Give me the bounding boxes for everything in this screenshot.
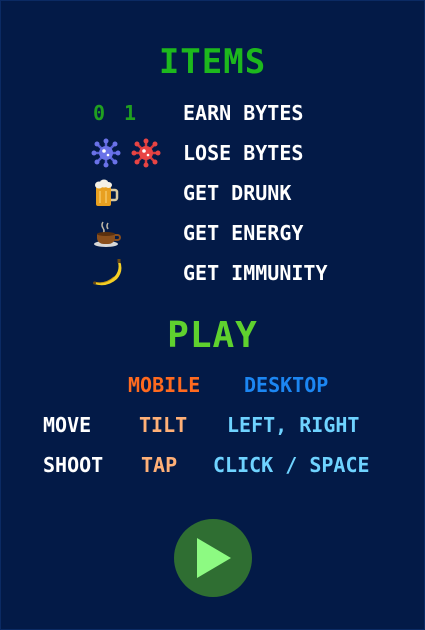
item-label: GET ENERGY	[183, 221, 304, 245]
move-mobile-control: TILT	[139, 413, 188, 437]
play-button[interactable]	[174, 519, 252, 597]
desktop-column-header: DESKTOP	[244, 373, 329, 397]
item-label: LOSE BYTES	[183, 141, 304, 165]
coffee-cup-icon	[91, 218, 123, 248]
blue-virus-icon	[90, 138, 122, 168]
item-row-lose-bytes: LOSE BYTES	[0, 138, 425, 168]
mobile-column-header: MOBILE	[128, 373, 201, 397]
item-label: GET IMMUNITY	[183, 261, 328, 285]
shoot-desktop-control: CLICK / SPACE	[213, 453, 370, 477]
move-action-label: MOVE	[43, 413, 92, 437]
zero-bit-icon: 0	[92, 101, 106, 125]
red-virus-icon	[130, 138, 162, 168]
item-row-get-immunity: GET IMMUNITY	[0, 258, 425, 288]
item-row-get-energy: GET ENERGY	[0, 218, 425, 248]
banana-icon	[91, 258, 123, 288]
item-row-get-drunk: GET DRUNK	[0, 178, 425, 208]
beer-mug-icon	[92, 178, 120, 208]
item-label: GET DRUNK	[183, 181, 292, 205]
shoot-mobile-control: TAP	[141, 453, 178, 477]
shoot-action-label: SHOOT	[43, 453, 104, 477]
items-title: ITEMS	[158, 42, 267, 82]
play-title: PLAY	[167, 315, 258, 356]
move-desktop-control: LEFT, RIGHT	[227, 413, 360, 437]
item-label: EARN BYTES	[183, 101, 304, 125]
one-bit-icon: 1	[123, 101, 137, 125]
item-row-earn-bytes: 0 1 EARN BYTES	[0, 98, 425, 128]
play-icon	[197, 538, 231, 578]
